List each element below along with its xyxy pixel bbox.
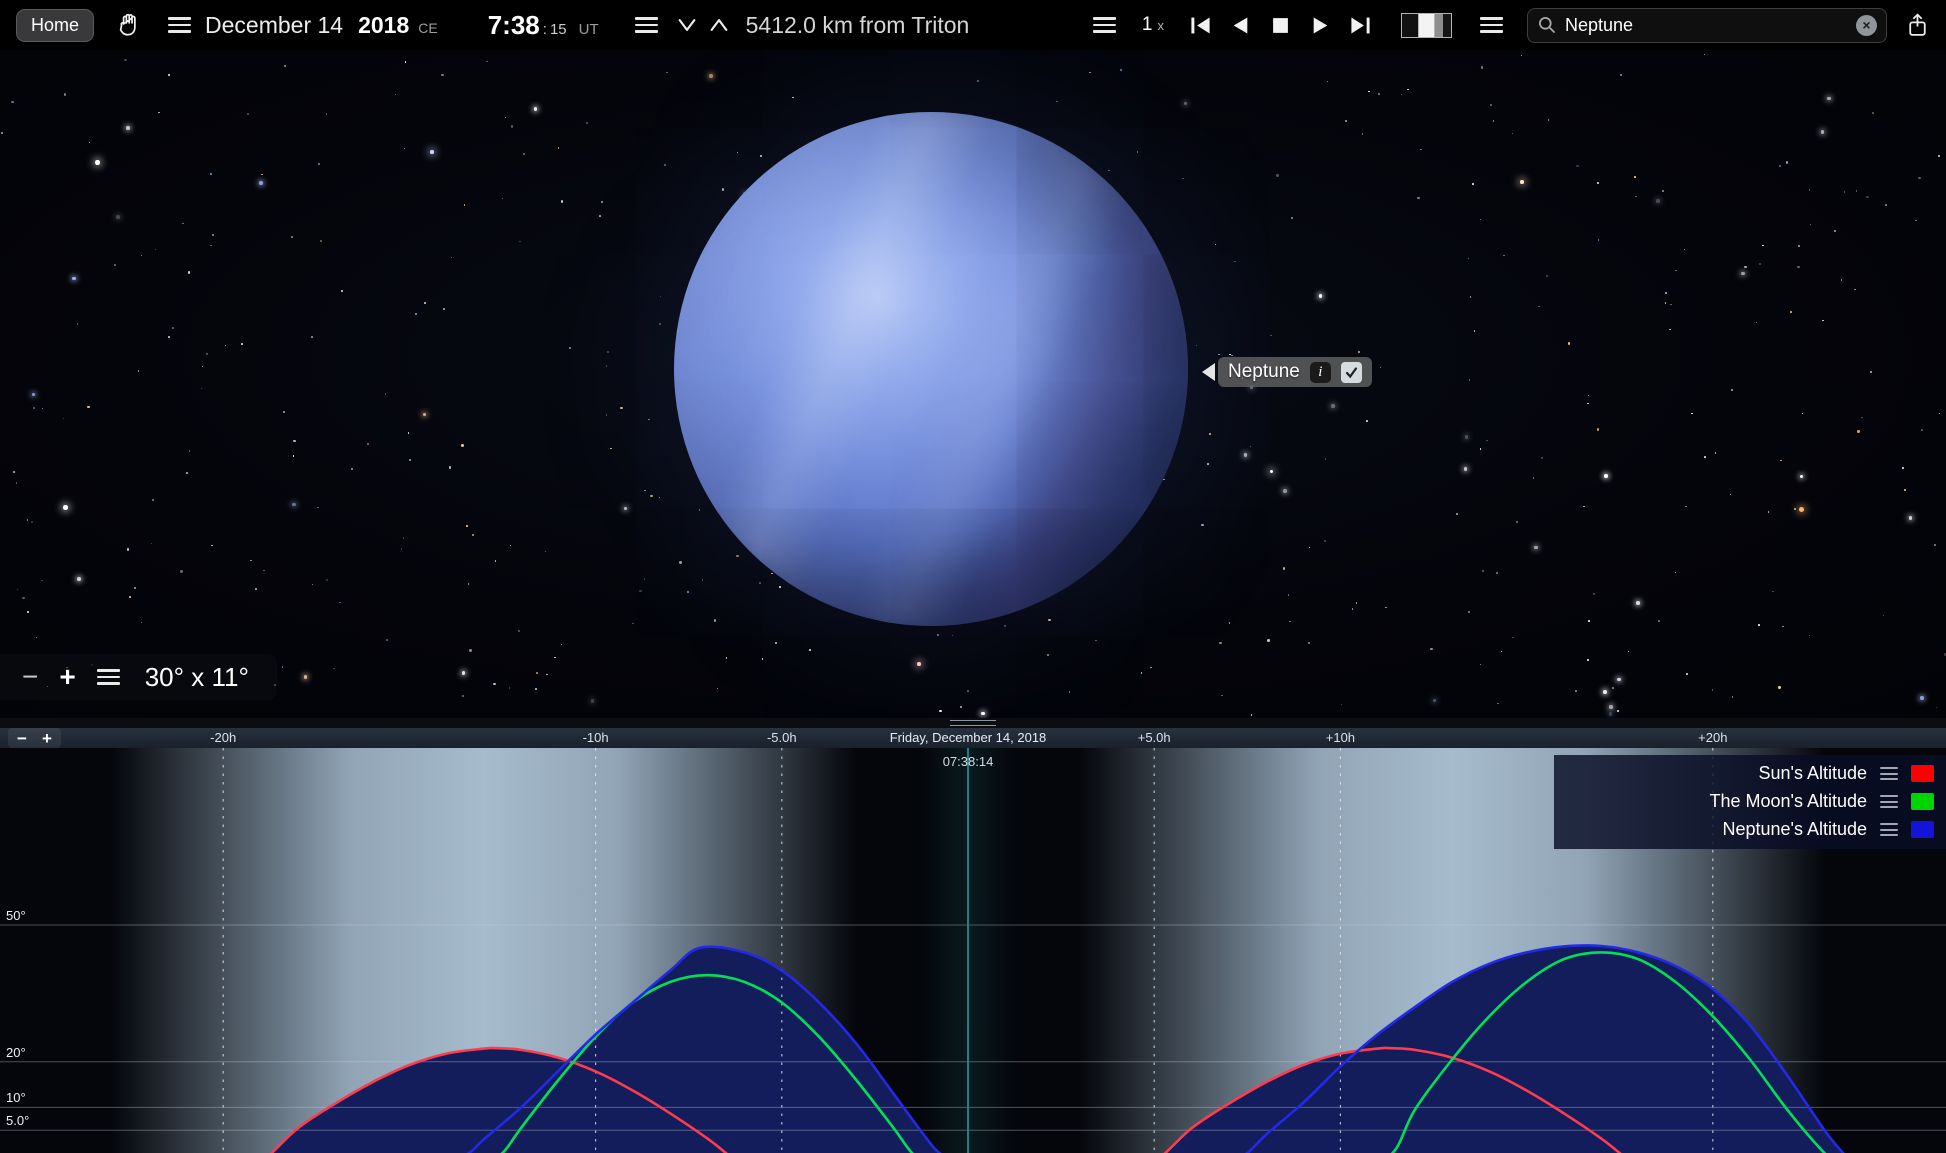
graph-zoom-controls: − + bbox=[8, 728, 61, 748]
play-button[interactable] bbox=[1308, 13, 1333, 38]
legend-series-menu-icon[interactable] bbox=[1880, 793, 1898, 810]
legend-series-label: Neptune's Altitude bbox=[1722, 819, 1867, 840]
panel-resize-handle[interactable] bbox=[950, 720, 996, 726]
label-bubble[interactable]: Neptune i bbox=[1218, 357, 1372, 387]
time-tick-label: -20h bbox=[210, 730, 236, 745]
time-tick-label: -10h bbox=[583, 730, 609, 745]
selection-checkbox[interactable] bbox=[1341, 362, 1362, 383]
panel-layout-icon[interactable] bbox=[1401, 13, 1452, 38]
altitude-axis-label: 50° bbox=[6, 908, 26, 923]
time-rate-control[interactable]: 1 x bbox=[1142, 14, 1164, 36]
graph-time-label: 07:38:14 bbox=[943, 754, 994, 769]
current-seconds: 15 bbox=[550, 21, 567, 38]
home-button[interactable]: Home bbox=[16, 9, 94, 42]
legend-series-label: The Moon's Altitude bbox=[1709, 791, 1867, 812]
planetarium-app: Home December 14 2018 CE 7:38 : 15 UT 54… bbox=[0, 0, 1946, 1153]
skip-forward-button[interactable] bbox=[1348, 13, 1373, 38]
date-menu-icon[interactable] bbox=[168, 15, 191, 35]
search-field[interactable]: × bbox=[1527, 8, 1887, 43]
time-ruler[interactable]: − + Friday, December 14, 2018 -20h -10h -5… bbox=[0, 728, 1946, 748]
label-pointer-icon bbox=[1202, 363, 1215, 381]
current-year: 2018 bbox=[358, 12, 409, 39]
date-control[interactable]: December 14 2018 CE bbox=[205, 12, 438, 39]
info-icon[interactable]: i bbox=[1310, 362, 1331, 383]
sky-view[interactable]: Neptune i − + 30° x 11° bbox=[0, 50, 1946, 718]
object-name: Neptune bbox=[1228, 361, 1300, 383]
settings-menu-icon[interactable] bbox=[1480, 15, 1503, 35]
legend-series-menu-icon[interactable] bbox=[1880, 821, 1898, 838]
altitude-graph-panel: − + Friday, December 14, 2018 -20h -10h -5… bbox=[0, 728, 1946, 1153]
time-tick-label: +20h bbox=[1698, 730, 1727, 745]
legend-color-swatch[interactable] bbox=[1911, 765, 1934, 782]
time-flow-menu-icon[interactable] bbox=[1093, 15, 1116, 35]
legend-series-label: Sun's Altitude bbox=[1758, 763, 1867, 784]
graph-zoom-in-icon[interactable]: + bbox=[42, 730, 52, 747]
share-icon[interactable] bbox=[1905, 12, 1930, 39]
fov-readout: 30° x 11° bbox=[145, 662, 249, 693]
legend-color-swatch[interactable] bbox=[1911, 793, 1934, 810]
chevron-up-icon[interactable] bbox=[708, 14, 730, 36]
object-label-neptune[interactable]: Neptune i bbox=[1202, 357, 1372, 387]
time-tick-label: +5.0h bbox=[1138, 730, 1171, 745]
panel-divider[interactable] bbox=[0, 718, 1946, 728]
time-tick-label: -5.0h bbox=[767, 730, 797, 745]
legend-color-swatch[interactable] bbox=[1911, 821, 1934, 838]
location-menu-icon[interactable] bbox=[635, 15, 658, 35]
time-rate-unit: x bbox=[1158, 18, 1165, 33]
altitude-plot[interactable]: 50° 20° 10° 5.0° 07:38:14 Sun's Altitude The M… bbox=[0, 748, 1946, 1153]
stop-button[interactable] bbox=[1268, 13, 1293, 38]
pan-hand-icon[interactable] bbox=[116, 12, 142, 38]
altitude-axis-label: 5.0° bbox=[6, 1113, 29, 1128]
legend-series-menu-icon[interactable] bbox=[1880, 765, 1898, 782]
chevron-down-icon[interactable] bbox=[676, 14, 698, 36]
time-tick-label: +10h bbox=[1326, 730, 1355, 745]
era-label: CE bbox=[418, 20, 437, 36]
altitude-axis-label: 10° bbox=[6, 1090, 26, 1105]
zoom-in-icon[interactable]: + bbox=[59, 663, 75, 691]
zoom-out-icon[interactable]: − bbox=[22, 663, 38, 691]
viewpoint-distance[interactable]: 5412.0 km from Triton bbox=[746, 12, 970, 39]
time-rate-value: 1 bbox=[1142, 14, 1153, 36]
legend-row: The Moon's Altitude bbox=[1576, 791, 1934, 812]
time-colon: : bbox=[543, 21, 547, 38]
skip-back-button[interactable] bbox=[1188, 13, 1213, 38]
playback-controls bbox=[1188, 13, 1373, 38]
search-icon bbox=[1537, 15, 1557, 35]
field-of-view-bar: − + 30° x 11° bbox=[0, 654, 277, 700]
graph-legend: Sun's Altitude The Moon's Altitude Neptune… bbox=[1554, 755, 1946, 849]
search-clear-icon[interactable]: × bbox=[1856, 15, 1877, 36]
timezone-label: UT bbox=[579, 21, 599, 38]
checkmark-icon bbox=[1344, 365, 1359, 380]
legend-row: Neptune's Altitude bbox=[1576, 819, 1934, 840]
graph-zoom-out-icon[interactable]: − bbox=[17, 730, 27, 747]
top-toolbar: Home December 14 2018 CE 7:38 : 15 UT 54… bbox=[0, 0, 1946, 50]
search-input[interactable] bbox=[1565, 15, 1856, 36]
altitude-axis-label: 20° bbox=[6, 1045, 26, 1060]
current-date: December 14 bbox=[205, 12, 343, 39]
legend-row: Sun's Altitude bbox=[1576, 763, 1934, 784]
graph-date-label: Friday, December 14, 2018 bbox=[890, 730, 1047, 745]
current-time: 7:38 bbox=[488, 10, 540, 41]
planet-neptune[interactable] bbox=[674, 112, 1188, 626]
time-control[interactable]: 7:38 : 15 UT bbox=[488, 10, 599, 41]
fov-menu-icon[interactable] bbox=[97, 667, 120, 687]
play-reverse-button[interactable] bbox=[1228, 13, 1253, 38]
